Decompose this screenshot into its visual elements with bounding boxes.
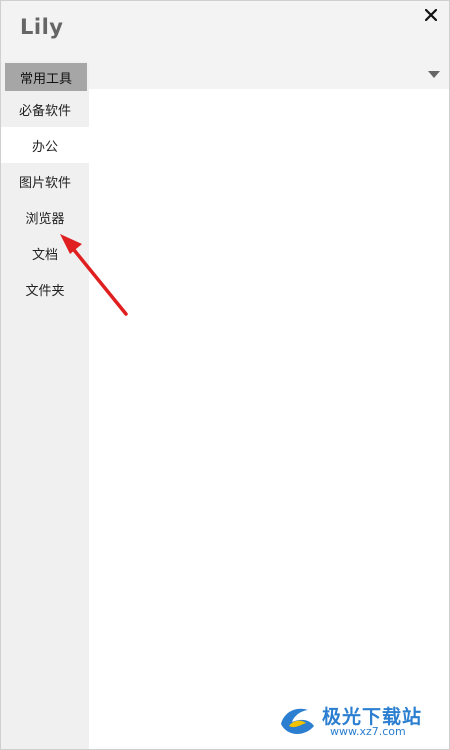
sidebar-item-folder[interactable]: 文件夹 — [1, 271, 89, 307]
sidebar-item-office[interactable]: 办公 — [1, 127, 89, 163]
sidebar-item-label: 文档 — [31, 247, 58, 263]
sidebar-item-label: 常用工具 — [19, 71, 72, 87]
sidebar-item-common-tools[interactable]: 常用工具 — [5, 63, 87, 91]
caret-down-icon — [428, 71, 440, 78]
sidebar-item-label: 图片软件 — [18, 175, 71, 191]
watermark: 极光下载站 www.xz7.com — [278, 702, 438, 740]
content-area — [89, 89, 449, 749]
sidebar-item-label: 文件夹 — [25, 283, 65, 299]
sidebar-item-label: 必备软件 — [18, 103, 71, 119]
sidebar-item-label: 办公 — [31, 139, 58, 155]
sidebar-item-browser[interactable]: 浏览器 — [1, 199, 89, 235]
close-button[interactable] — [422, 6, 440, 24]
sidebar: 常用工具 必备软件 办公 图片软件 浏览器 文档 文件夹 — [1, 61, 89, 749]
sidebar-item-essential-software[interactable]: 必备软件 — [1, 91, 89, 127]
close-icon — [425, 9, 437, 21]
sidebar-item-documents[interactable]: 文档 — [1, 235, 89, 271]
dropdown-button[interactable] — [427, 70, 441, 80]
sidebar-item-label: 浏览器 — [25, 211, 65, 227]
app-title: Lily — [20, 15, 64, 39]
watermark-url: www.xz7.com — [330, 725, 406, 738]
sidebar-item-image-software[interactable]: 图片软件 — [1, 163, 89, 199]
watermark-logo-icon — [281, 708, 314, 734]
app-window: Lily 常用工具 必备软件 办公 图片软件 浏览器 文档 文件夹 — [0, 0, 450, 750]
